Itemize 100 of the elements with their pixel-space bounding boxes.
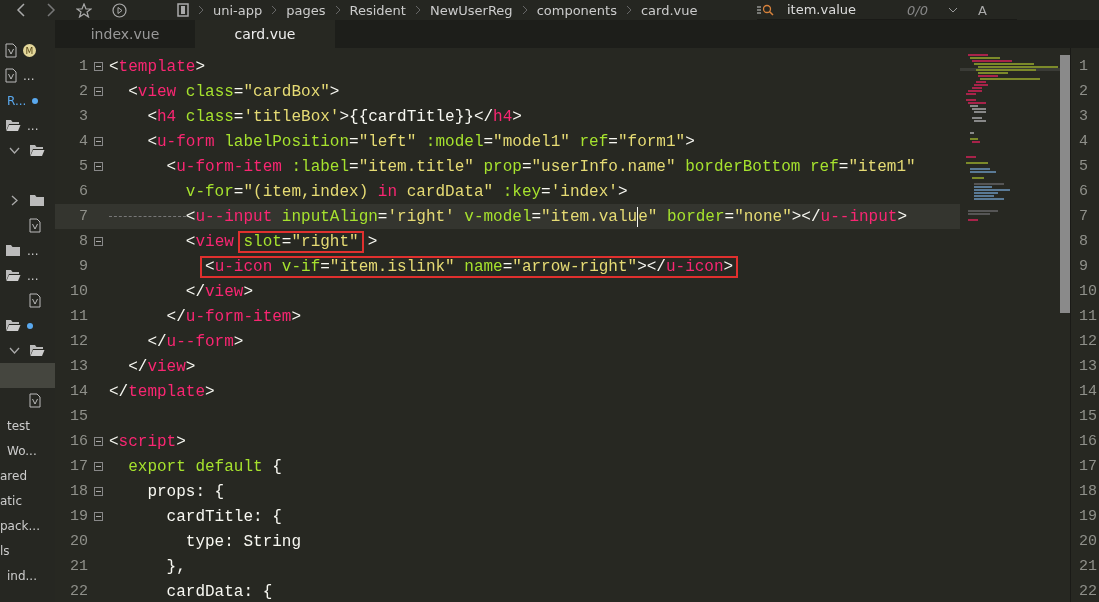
file-name[interactable]: ... (27, 118, 39, 133)
line-number: 20 (69, 533, 88, 550)
vue-file-icon[interactable] (5, 43, 17, 58)
line-number: 18 (69, 483, 88, 500)
fold-icon[interactable] (94, 137, 103, 146)
tree-row[interactable]: ... (0, 63, 55, 88)
file-name[interactable]: ared (0, 468, 28, 483)
line-number: 1 (78, 58, 88, 75)
fold-icon[interactable] (94, 462, 103, 471)
line-number: 22 (1078, 582, 1098, 602)
code-line: props: { (146, 482, 225, 501)
fold-icon[interactable] (94, 62, 103, 71)
tree-row[interactable]: ... (0, 238, 55, 263)
separator-icon (414, 5, 421, 15)
tree-row[interactable]: pack... (0, 513, 55, 538)
play-icon[interactable] (112, 2, 127, 18)
vue-file-icon[interactable] (29, 393, 41, 408)
match-case-toggle[interactable]: A (977, 2, 987, 18)
breadcrumb-item[interactable]: components (536, 2, 617, 18)
folder-icon[interactable] (5, 319, 21, 332)
line-number: 8 (78, 233, 88, 250)
scrollbar-thumb[interactable] (1060, 55, 1070, 313)
fold-icon[interactable] (94, 437, 103, 446)
match-count: 0/0 (907, 2, 928, 18)
tree-row[interactable]: ared (0, 463, 55, 488)
folder-icon[interactable] (5, 119, 21, 132)
fold-icon[interactable] (94, 162, 103, 171)
tree-row[interactable]: ... (0, 113, 55, 138)
line-number: 4 (78, 133, 88, 150)
text-cursor (637, 206, 639, 227)
code-line: export default { (127, 457, 282, 476)
line-number: 10 (69, 283, 88, 300)
line-number: 3 (78, 108, 88, 125)
vue-file-icon[interactable] (29, 218, 41, 233)
code-text: e" border="none"></u--input> (638, 207, 907, 226)
file-name[interactable]: ls (0, 543, 10, 558)
folder-icon[interactable] (29, 194, 45, 207)
line-number: 6 (1078, 182, 1089, 202)
file-name[interactable]: ind... (7, 568, 37, 583)
tree-row[interactable]: ... (0, 263, 55, 288)
chevron-down-icon[interactable] (8, 147, 20, 154)
code-line: cardTitle: { (165, 507, 282, 526)
search-icon (757, 3, 775, 16)
line-number: 15 (69, 408, 88, 425)
fold-icon[interactable] (94, 487, 103, 496)
fold-icon[interactable] (94, 87, 103, 96)
folder-icon[interactable] (29, 344, 45, 357)
tree-row[interactable]: atic (0, 488, 55, 513)
line-number: 21 (69, 558, 88, 575)
code-line: <h4 class='titleBox'>{{cardTitle}}</h4> (146, 107, 522, 126)
chevron-right-icon[interactable] (10, 195, 18, 206)
tree-row[interactable]: R... (0, 88, 55, 113)
fold-icon[interactable] (94, 237, 103, 246)
tree-row[interactable]: M (0, 38, 55, 63)
line-number: 3 (1078, 107, 1089, 127)
code-text: <u--input inputAlign='right' v-model="item.valu (185, 207, 638, 226)
folder-icon[interactable] (5, 244, 21, 257)
separator-icon (198, 5, 204, 15)
vue-file-icon[interactable] (5, 68, 17, 83)
chevron-down-icon[interactable] (947, 6, 958, 14)
line-number: 5 (1078, 157, 1089, 177)
star-icon[interactable] (76, 2, 92, 18)
breadcrumb-item[interactable]: uni-app (213, 2, 263, 18)
line-number: 16 (1078, 432, 1098, 452)
highlight-box: slot="right" (238, 230, 364, 253)
chevron-down-icon[interactable] (8, 347, 20, 354)
code-line: v-for="(item,index) in cardData" :key='index'> (184, 182, 628, 201)
code-text: > (367, 232, 378, 251)
file-name[interactable]: ... (27, 243, 39, 258)
file-name[interactable]: Wo... (7, 443, 37, 458)
line-number: 14 (69, 383, 88, 400)
file-name[interactable]: ... (23, 68, 35, 83)
line-number: 1 (1078, 57, 1089, 77)
breadcrumb-item[interactable]: Resident (349, 2, 406, 18)
breadcrumb-item[interactable]: pages (286, 2, 326, 18)
line-number: 20 (1078, 532, 1098, 552)
file-name[interactable]: pack... (0, 518, 40, 533)
file-name[interactable]: atic (0, 493, 22, 508)
tree-row[interactable]: test (0, 413, 55, 438)
code-line: </view> (127, 357, 196, 376)
line-number: 17 (1078, 457, 1098, 477)
editor-tab[interactable]: card.vue (195, 20, 335, 48)
forward-icon[interactable] (46, 3, 56, 17)
back-icon[interactable] (16, 3, 26, 17)
tree-row[interactable]: ls (0, 538, 55, 563)
fold-icon[interactable] (94, 512, 103, 521)
folder-icon[interactable] (29, 144, 45, 157)
tree-row[interactable]: Wo... (0, 438, 55, 463)
file-name[interactable]: R... (7, 93, 27, 108)
line-number: 8 (1078, 232, 1089, 252)
breadcrumb-item[interactable]: card.vue (640, 2, 698, 18)
file-name[interactable]: test (7, 418, 31, 433)
file-name[interactable]: ... (27, 268, 39, 283)
line-number: 13 (1078, 357, 1098, 377)
tree-row[interactable]: ind... (0, 563, 55, 588)
line-number: 17 (69, 458, 88, 475)
vue-file-icon[interactable] (29, 293, 41, 308)
line-number: 11 (1078, 307, 1098, 327)
breadcrumb-item[interactable]: NewUserReg (429, 2, 513, 18)
folder-icon[interactable] (5, 269, 21, 282)
